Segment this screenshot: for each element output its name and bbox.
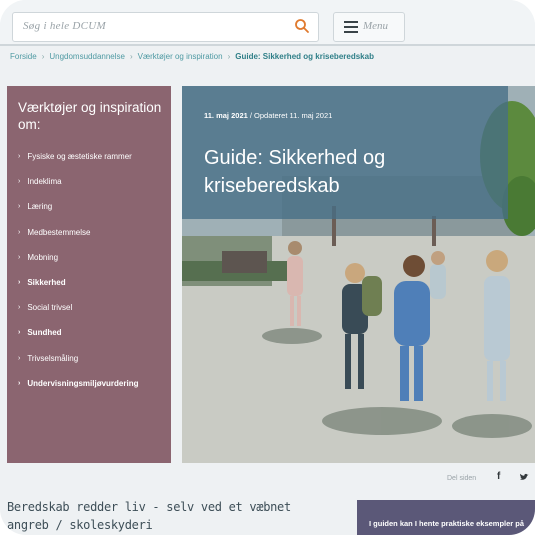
search-input[interactable]: Søg i hele DCUM	[23, 20, 106, 32]
hero-overlay-panel: 11. maj 2021 / Opdateret 11. maj 2021 Gu…	[182, 86, 508, 219]
breadcrumb-item-current: Guide: Sikkerhed og kriseberedskab	[235, 52, 374, 61]
chevron-right-icon: ›	[18, 203, 21, 211]
page-title: Guide: Sikkerhed og kriseberedskab	[204, 147, 386, 197]
search-box[interactable]: Søg i hele DCUM	[12, 12, 319, 42]
chevron-right-icon: ›	[18, 228, 21, 236]
sidebar-item-label: Indeklima	[27, 177, 62, 187]
sidebar-item[interactable]: › Trivselsmåling	[18, 346, 138, 371]
chevron-right-icon: ›	[18, 379, 21, 387]
sidebar: Værktøjer og inspiration om: › Fysiske og…	[7, 86, 171, 463]
sidebar-item[interactable]: › Sundhed	[18, 320, 138, 345]
cta-box[interactable]: I guiden kan I hente praktiske eksempler…	[357, 500, 535, 535]
lead-text: Beredskab redder liv - selv ved et væbne…	[7, 500, 291, 532]
sidebar-item[interactable]: › Undervisningsmiljøvurdering	[18, 371, 138, 396]
sidebar-item-label: Sikkerhed	[27, 278, 66, 288]
top-bar: Søg i hele DCUM Menu	[0, 0, 535, 46]
hero: 11. maj 2021 / Opdateret 11. maj 2021 Gu…	[182, 86, 535, 463]
hero-date: 11. maj 2021 / Opdateret 11. maj 2021	[204, 111, 332, 120]
updated-date: / Opdateret 11. maj 2021	[247, 111, 333, 120]
chevron-right-icon: ›	[18, 178, 21, 186]
sidebar-item-label: Medbestemmelse	[27, 227, 91, 237]
sidebar-list: › Fysiske og æstetiske rammer › Indeklima › L…	[18, 144, 138, 396]
breadcrumb-item-vaerktoejer[interactable]: Værktøjer og inspiration	[138, 52, 223, 61]
sidebar-item[interactable]: › Mobning	[18, 245, 138, 270]
facebook-icon[interactable]: f	[497, 471, 500, 482]
cta-text: I guiden kan I hente praktiske eksempler…	[369, 519, 525, 528]
sidebar-title: Værktøjer og inspiration om:	[18, 100, 162, 132]
hamburger-icon	[344, 21, 358, 33]
sidebar-item[interactable]: › Medbestemmelse	[18, 220, 138, 245]
sidebar-item[interactable]: › Indeklima	[18, 169, 138, 194]
sidebar-item[interactable]: › Sikkerhed	[18, 270, 138, 295]
chevron-right-icon: ›	[18, 279, 21, 287]
breadcrumb-separator-icon: ›	[129, 52, 133, 61]
search-icon[interactable]	[294, 18, 310, 34]
sidebar-item[interactable]: › Læring	[18, 194, 138, 219]
breadcrumb-separator-icon: ›	[227, 52, 231, 61]
page-frame: Søg i hele DCUM Menu Forside › Ungdomsudda…	[0, 0, 535, 535]
chevron-right-icon: ›	[18, 153, 21, 161]
sidebar-item-label: Læring	[27, 202, 53, 212]
share-label: Del siden	[447, 475, 477, 482]
breadcrumb-item-ungdomsuddannelse[interactable]: Ungdomsuddannelse	[49, 52, 125, 61]
sidebar-item-label: Fysiske og æstetiske rammer	[27, 152, 132, 162]
menu-label: Menu	[363, 20, 389, 32]
chevron-right-icon: ›	[18, 329, 21, 337]
menu-button[interactable]: Menu	[333, 12, 405, 42]
sidebar-item-label: Social trivsel	[27, 303, 73, 313]
sidebar-item[interactable]: › Fysiske og æstetiske rammer	[18, 144, 138, 169]
sidebar-item-label: Trivselsmåling	[27, 353, 79, 363]
chevron-right-icon: ›	[18, 354, 21, 362]
breadcrumb-item-forside[interactable]: Forside	[10, 52, 37, 61]
chevron-right-icon: ›	[18, 304, 21, 312]
breadcrumb-separator-icon: ›	[41, 52, 45, 61]
published-date: 11. maj 2021	[204, 111, 248, 120]
chevron-right-icon: ›	[18, 253, 21, 261]
breadcrumb: Forside › Ungdomsuddannelse › Værktøjer og i…	[10, 52, 374, 61]
sidebar-item[interactable]: › Social trivsel	[18, 295, 138, 320]
sidebar-item-label: Sundhed	[27, 328, 62, 338]
twitter-icon[interactable]	[519, 472, 529, 482]
sidebar-item-label: Undervisningsmiljøvurdering	[27, 378, 139, 388]
sidebar-item-label: Mobning	[27, 252, 59, 262]
